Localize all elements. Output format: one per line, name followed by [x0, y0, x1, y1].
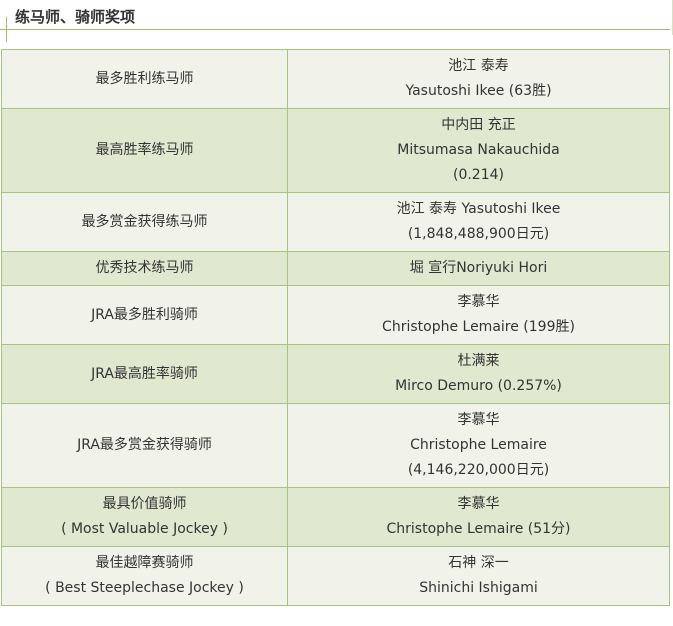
award-name-line: ( Most Valuable Jockey ) [61, 521, 228, 537]
award-name-line: 最多赏金获得练马师 [81, 213, 208, 230]
winner-line: 池江 泰寿 [448, 58, 509, 74]
winner-cell: 李慕华 Christophe Lemaire (199胜) [287, 285, 670, 345]
award-name-cell: 最具价值骑师 ( Most Valuable Jockey ) [1, 487, 288, 547]
winner-line: Mirco Demuro (0.257%) [395, 378, 562, 394]
winner-line: (4,146,220,000日元) [407, 462, 550, 478]
winner-line: Shinichi Ishigami [419, 580, 538, 596]
title-marker [6, 17, 7, 42]
winner-cell: 中内田 充正 Mitsumasa Nakauchida (0.214) [287, 108, 670, 193]
winner-line: (0.214) [452, 167, 504, 183]
awards-table: 最多胜利练马师 池江 泰寿 Yasutoshi Ikee (63胜) 最高胜率练马师 中… [1, 49, 670, 606]
table-row: JRA最高胜率骑师 杜满莱 Mirco Demuro (0.257%) [1, 344, 670, 404]
table-row: 最多赏金获得练马师 池江 泰寿 Yasutoshi Ikee (1,848,488,… [1, 192, 670, 252]
table-row: 最多胜利练马师 池江 泰寿 Yasutoshi Ikee (63胜) [1, 49, 670, 109]
award-name-line: ( Best Steeplechase Jockey ) [45, 580, 244, 596]
winner-cell: 李慕华 Christophe Lemaire (51分) [287, 487, 670, 547]
winner-cell: 池江 泰寿 Yasutoshi Ikee (1,848,488,900日元) [287, 192, 670, 252]
winner-line: Christophe Lemaire (199胜) [382, 319, 575, 335]
winner-cell: 石神 深一 Shinichi Ishigami [287, 546, 670, 606]
winner-cell: 李慕华 Christophe Lemaire (4,146,220,000日元) [287, 403, 670, 488]
award-name-line: 最佳越障赛骑师 [95, 555, 194, 571]
award-name-cell: JRA最多胜利骑师 [1, 285, 288, 345]
award-name-line: JRA最高胜率骑师 [91, 365, 198, 382]
winner-cell: 堀 宣行Noriyuki Hori [287, 251, 670, 286]
winner-line: 李慕华 [457, 412, 500, 428]
winner-line: Christophe Lemaire (51分) [386, 521, 571, 537]
winner-line: 堀 宣行Noriyuki Hori [409, 260, 548, 276]
award-name-cell: 最高胜率练马师 [1, 108, 288, 193]
table-row: JRA最多赏金获得骑师 李慕华 Christophe Lemaire (4,146,2… [1, 403, 670, 488]
award-name-cell: JRA最多赏金获得骑师 [1, 403, 288, 488]
table-row: JRA最多胜利骑师 李慕华 Christophe Lemaire (199胜) [1, 285, 670, 345]
winner-line: 李慕华 [457, 496, 500, 512]
winner-line: Mitsumasa Nakauchida [397, 142, 560, 158]
winner-line: 池江 泰寿 Yasutoshi Ikee [396, 201, 561, 217]
section-header: 练马师、骑师奖项 [0, 0, 673, 44]
table-row: 最高胜率练马师 中内田 充正 Mitsumasa Nakauchida (0.214) [1, 108, 670, 193]
section-title: 练马师、骑师奖项 [15, 8, 136, 26]
winner-line: 杜满莱 [457, 353, 500, 369]
award-name-cell: JRA最高胜率骑师 [1, 344, 288, 404]
title-underline [0, 29, 670, 30]
winner-line: 李慕华 [457, 294, 500, 310]
award-name-line: 最多胜利练马师 [95, 70, 194, 87]
winner-line: (1,848,488,900日元) [407, 226, 550, 242]
award-name-cell: 最佳越障赛骑师 ( Best Steeplechase Jockey ) [1, 546, 288, 606]
award-name-line: JRA最多胜利骑师 [91, 306, 198, 323]
winner-cell: 池江 泰寿 Yasutoshi Ikee (63胜) [287, 49, 670, 109]
award-name-cell: 优秀技术练马师 [1, 251, 288, 286]
award-name-line: 最具价值骑师 [102, 496, 187, 512]
winner-cell: 杜满莱 Mirco Demuro (0.257%) [287, 344, 670, 404]
winner-line: 中内田 充正 [441, 117, 516, 133]
winner-line: Christophe Lemaire [410, 437, 547, 453]
award-name-cell: 最多赏金获得练马师 [1, 192, 288, 252]
award-name-line: 最高胜率练马师 [95, 142, 194, 158]
award-name-line: 优秀技术练马师 [95, 260, 194, 276]
table-row: 最佳越障赛骑师 ( Best Steeplechase Jockey ) 石神 深一… [1, 546, 670, 606]
winner-line: Yasutoshi Ikee (63胜) [405, 83, 552, 99]
table-row: 最具价值骑师 ( Most Valuable Jockey ) 李慕华 Christo… [1, 487, 670, 547]
award-name-cell: 最多胜利练马师 [1, 49, 288, 109]
awards-table-body: 最多胜利练马师 池江 泰寿 Yasutoshi Ikee (63胜) 最高胜率练马师 中… [1, 49, 670, 606]
table-row: 优秀技术练马师 堀 宣行Noriyuki Hori [1, 251, 670, 286]
award-name-line: JRA最多赏金获得骑师 [77, 437, 212, 453]
winner-line: 石神 深一 [448, 555, 509, 571]
